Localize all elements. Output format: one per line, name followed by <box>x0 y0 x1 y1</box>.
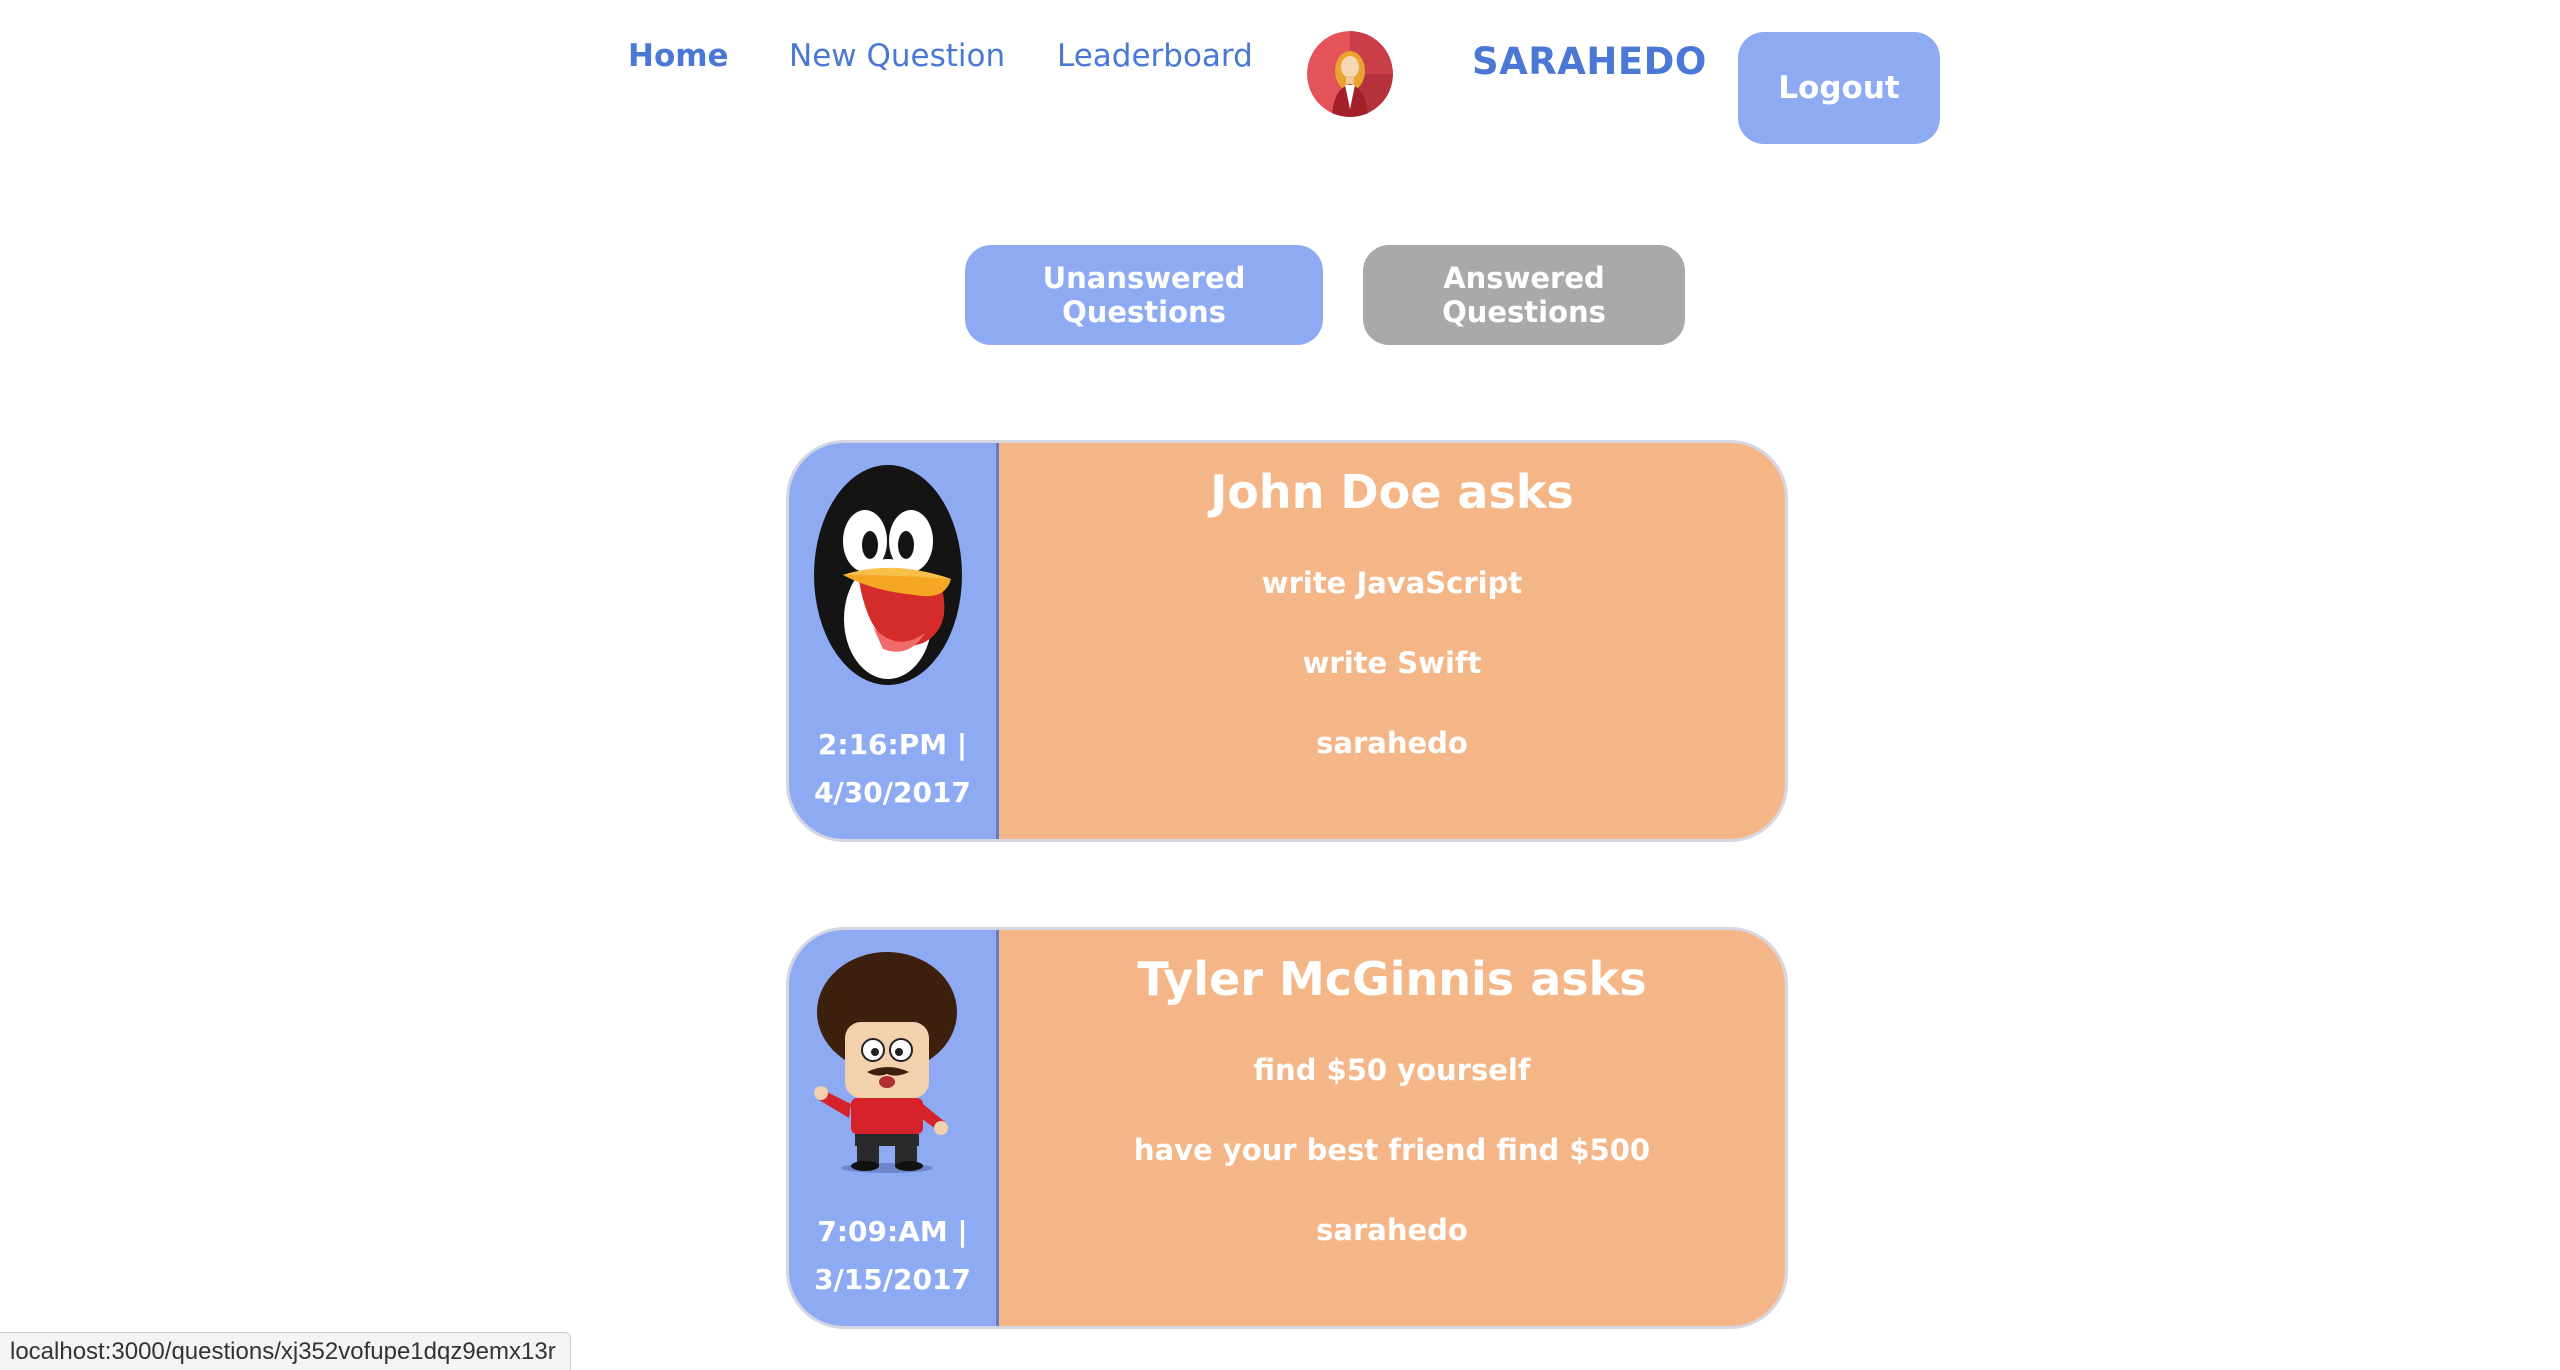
question-option-two: have your best friend find $500 <box>1133 1133 1651 1167</box>
question-card-author-panel: 2:16:PM | 4/30/2017 <box>789 443 996 839</box>
top-nav: Home New Question Leaderboard SARAHEDO L… <box>0 0 2560 160</box>
question-timestamp: 7:09:AM | 3/15/2017 <box>789 1208 996 1304</box>
question-card[interactable]: 2:16:PM | 4/30/2017 John Doe asks write … <box>786 440 1788 842</box>
tab-answered-questions[interactable]: Answered Questions <box>1363 245 1685 345</box>
question-card-body: John Doe asks write JavaScript write Swi… <box>999 443 1785 839</box>
nav-leaderboard-link[interactable]: Leaderboard <box>1057 38 1253 74</box>
question-date: 4/30/2017 <box>814 776 971 809</box>
tab-unanswered-questions[interactable]: Unanswered Questions <box>965 245 1323 345</box>
question-card-body: Tyler McGinnis asks find $50 yourself ha… <box>999 930 1785 1326</box>
question-card-author-panel: 7:09:AM | 3/15/2017 <box>789 930 996 1326</box>
penguin-avatar-icon <box>813 463 963 687</box>
logout-button[interactable]: Logout <box>1738 32 1940 144</box>
question-option-one: find $50 yourself <box>1253 1053 1531 1087</box>
question-time: 2:16:PM | <box>817 728 968 761</box>
question-user: sarahedo <box>1316 1213 1468 1247</box>
question-date: 3/15/2017 <box>814 1263 971 1296</box>
question-time: 7:09:AM | <box>817 1215 968 1248</box>
question-timestamp: 2:16:PM | 4/30/2017 <box>789 721 996 817</box>
username-label: SARAHEDO <box>1472 40 1707 83</box>
status-bar-url: localhost:3000/questions/xj352vofupe1dqz… <box>0 1332 571 1370</box>
question-user: sarahedo <box>1316 726 1468 760</box>
cartoon-man-avatar-icon <box>813 950 963 1174</box>
question-heading: Tyler McGinnis asks <box>1137 952 1647 1006</box>
question-option-two: write Swift <box>1302 646 1482 680</box>
question-option-one: write JavaScript <box>1261 566 1523 600</box>
woman-avatar-icon <box>1307 31 1393 117</box>
nav-home-link[interactable]: Home <box>628 38 729 74</box>
question-card[interactable]: 7:09:AM | 3/15/2017 Tyler McGinnis asks … <box>786 927 1788 1329</box>
question-heading: John Doe asks <box>1210 465 1574 519</box>
nav-new-question-link[interactable]: New Question <box>789 38 1005 74</box>
